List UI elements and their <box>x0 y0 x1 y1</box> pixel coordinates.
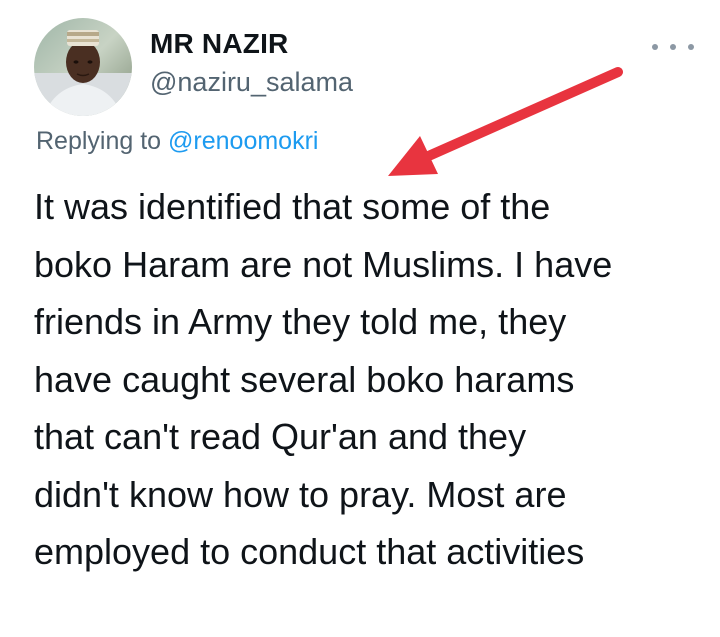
tweet-text-line: have caught several boko harams <box>34 358 575 400</box>
reply-context: Replying to @renoomokri <box>36 124 318 158</box>
tweet-text-line: friends in Army they told me, they <box>34 301 567 342</box>
tweet-text-line: that can't read Qur'an and they <box>34 416 527 457</box>
tweet-text-line: It was identified that some of the <box>34 186 551 227</box>
tweet-text-line: employed to conduct that activities <box>34 531 585 572</box>
user-info: MR NAZIR @naziru_salama <box>150 26 353 100</box>
avatar[interactable] <box>34 18 132 116</box>
more-dot <box>670 44 676 50</box>
user-handle[interactable]: @naziru_salama <box>150 64 353 100</box>
reply-mention-link[interactable]: @renoomokri <box>168 127 318 155</box>
more-options-icon[interactable] <box>652 40 694 54</box>
reply-prefix: Replying to <box>36 127 162 155</box>
more-dot <box>688 44 694 50</box>
tweet-text: It was identified that some of the boko … <box>34 178 694 581</box>
tweet-text-line: boko Haram are not Muslims. I have <box>34 243 613 285</box>
tweet-card: MR NAZIR @naziru_salama Replying to @ren… <box>0 0 720 637</box>
display-name[interactable]: MR NAZIR <box>150 26 353 62</box>
more-dot <box>652 44 658 50</box>
tweet-text-line: didn't know how to pray. Most are <box>34 473 567 515</box>
